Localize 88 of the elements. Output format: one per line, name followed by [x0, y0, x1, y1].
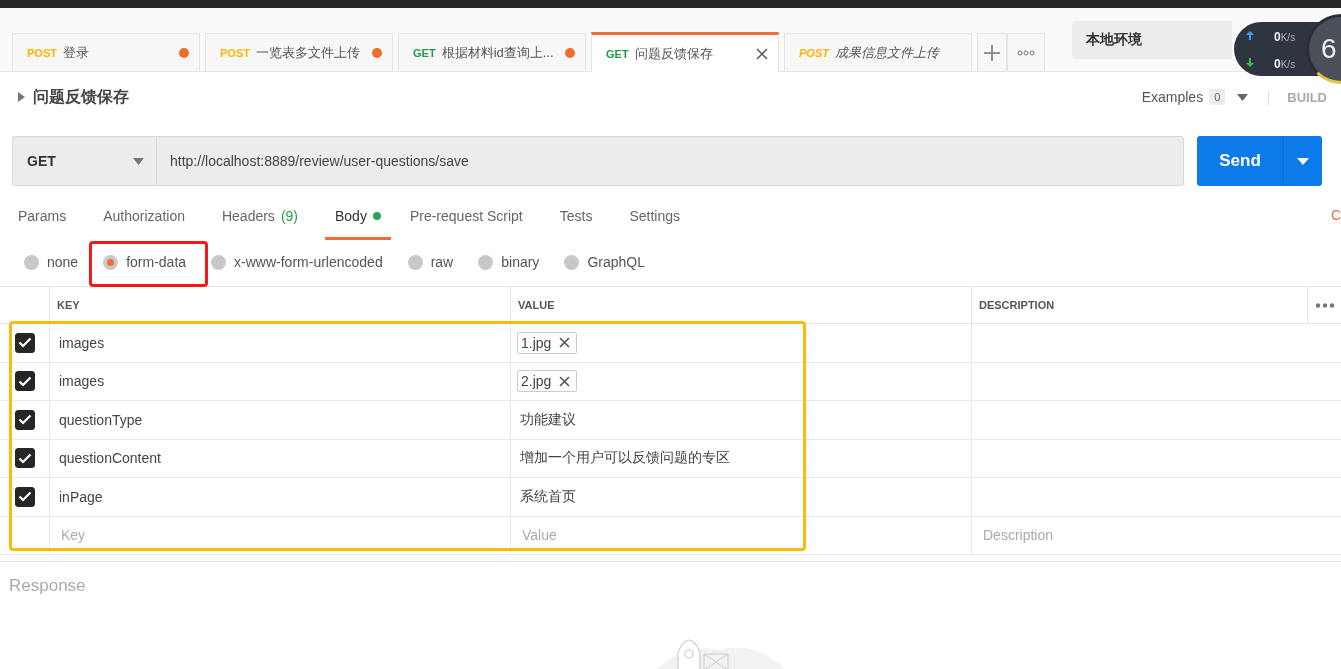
radio-button[interactable]	[478, 254, 494, 270]
request-subtab[interactable]: Settings	[629, 192, 681, 240]
checkbox[interactable]	[14, 486, 35, 507]
tab-label: Params	[18, 208, 67, 224]
tab-title: 根据材料id查询上...	[441, 43, 555, 62]
close-icon[interactable]	[559, 375, 571, 387]
column-header: DESCRIPTION	[971, 287, 1307, 323]
request-tab[interactable]: POST 登录	[12, 33, 200, 71]
value-cell: 系统首页	[510, 478, 971, 516]
description-input[interactable]: Description	[981, 526, 1307, 545]
close-icon[interactable]	[559, 337, 571, 349]
url-field[interactable]: http://localhost:8889/review/user-questions/save	[156, 136, 1184, 186]
request-subtab[interactable]: Tests	[559, 192, 593, 240]
examples-count: 0	[1209, 89, 1226, 105]
request-tab[interactable]: GET 根据材料id查询上...	[398, 33, 586, 71]
tab-title: 一览表多文件上传	[255, 43, 361, 62]
body-mode-option[interactable]: binary	[478, 254, 540, 270]
key-cell: questionContent	[49, 439, 510, 477]
caret-icon[interactable]	[18, 92, 25, 102]
tab-label: Authorization	[103, 208, 185, 224]
request-subtab[interactable]: Headers (9)	[221, 192, 298, 240]
tab-label: Tests	[559, 208, 593, 224]
key-cell: images	[49, 324, 510, 362]
column-header: KEY	[49, 287, 510, 323]
method-label: POST	[27, 46, 57, 59]
new-tab-button[interactable]	[977, 33, 1007, 71]
tab-label: Body	[335, 208, 367, 224]
caret-icon[interactable]	[1237, 93, 1249, 101]
checkbox[interactable]	[14, 371, 35, 392]
request-subtab[interactable]: Params	[18, 192, 67, 240]
key-cell: images	[49, 362, 510, 400]
request-tab[interactable]: POST 成果信息文件上传	[784, 33, 972, 71]
caret-icon	[133, 157, 144, 165]
tab-label: Settings	[629, 208, 681, 224]
tab-label: Headers	[221, 208, 275, 224]
body-mode-option[interactable]: form-data	[103, 254, 187, 270]
radio-button[interactable]	[211, 254, 227, 270]
send-button[interactable]: Send	[1197, 136, 1322, 186]
body-mode-option[interactable]: GraphQL	[564, 254, 645, 270]
close-icon[interactable]	[756, 47, 768, 60]
value-cell: 增加一个用户可以反馈问题的专区	[510, 439, 971, 477]
tab-label: Pre-request Script	[409, 208, 523, 224]
download-arrow-icon	[1246, 58, 1254, 67]
value-cell: 功能建议	[510, 401, 971, 439]
value-input[interactable]: Value	[520, 526, 971, 545]
radio-button[interactable]	[103, 254, 119, 270]
column-header: VALUE	[510, 287, 971, 323]
key-input[interactable]: Key	[59, 526, 510, 545]
caret-icon[interactable]	[1297, 157, 1309, 165]
method-select[interactable]: GET	[12, 136, 156, 186]
checkbox[interactable]	[14, 448, 35, 469]
body-mode-option[interactable]: none	[24, 254, 79, 270]
method-label: GET	[413, 46, 436, 59]
response-title: Response	[0, 561, 1341, 610]
speed-unit: K/s	[1280, 31, 1296, 43]
method-label: POST	[220, 46, 250, 59]
request-subtab[interactable]: Authorization	[103, 192, 185, 240]
plus-icon	[983, 43, 1001, 62]
request-title: 问题反馈保存	[33, 86, 129, 107]
tab-title: 问题反馈保存	[634, 44, 714, 63]
environment-select[interactable]: 本地环境	[1072, 21, 1232, 59]
body-mode-option[interactable]: x-www-form-urlencoded	[211, 254, 383, 270]
body-mode-option[interactable]: raw	[407, 254, 454, 270]
checkbox[interactable]	[14, 409, 35, 430]
checkbox[interactable]	[14, 332, 35, 353]
upload-arrow-icon	[1246, 31, 1254, 40]
examples-label[interactable]: Examples	[1141, 89, 1204, 105]
request-tab[interactable]: GET 问题反馈保存	[591, 32, 779, 72]
speed-value: 0	[1274, 56, 1281, 71]
request-tab[interactable]: POST 一览表多文件上传	[205, 33, 393, 71]
request-subtab[interactable]: Pre-request Script	[409, 192, 523, 240]
tab-title: 登录	[62, 43, 90, 62]
speed-unit: K/s	[1280, 58, 1296, 70]
radio-button[interactable]	[564, 254, 580, 270]
file-chip[interactable]: 1.jpg	[517, 331, 578, 354]
radio-button[interactable]	[24, 254, 39, 270]
radio-button[interactable]	[407, 254, 423, 270]
key-cell: questionType	[49, 401, 510, 439]
more-icon	[1017, 49, 1035, 56]
method-label: POST	[799, 46, 829, 59]
method-label: GET	[606, 47, 629, 60]
speed-value: 0	[1274, 29, 1281, 44]
file-chip[interactable]: 2.jpg	[517, 370, 578, 393]
key-cell: inPage	[49, 478, 510, 516]
tab-title: 成果信息文件上传	[834, 43, 941, 62]
request-subtab[interactable]: Body	[325, 192, 391, 240]
more-button[interactable]	[1007, 33, 1045, 71]
header-count: (9)	[280, 208, 298, 224]
